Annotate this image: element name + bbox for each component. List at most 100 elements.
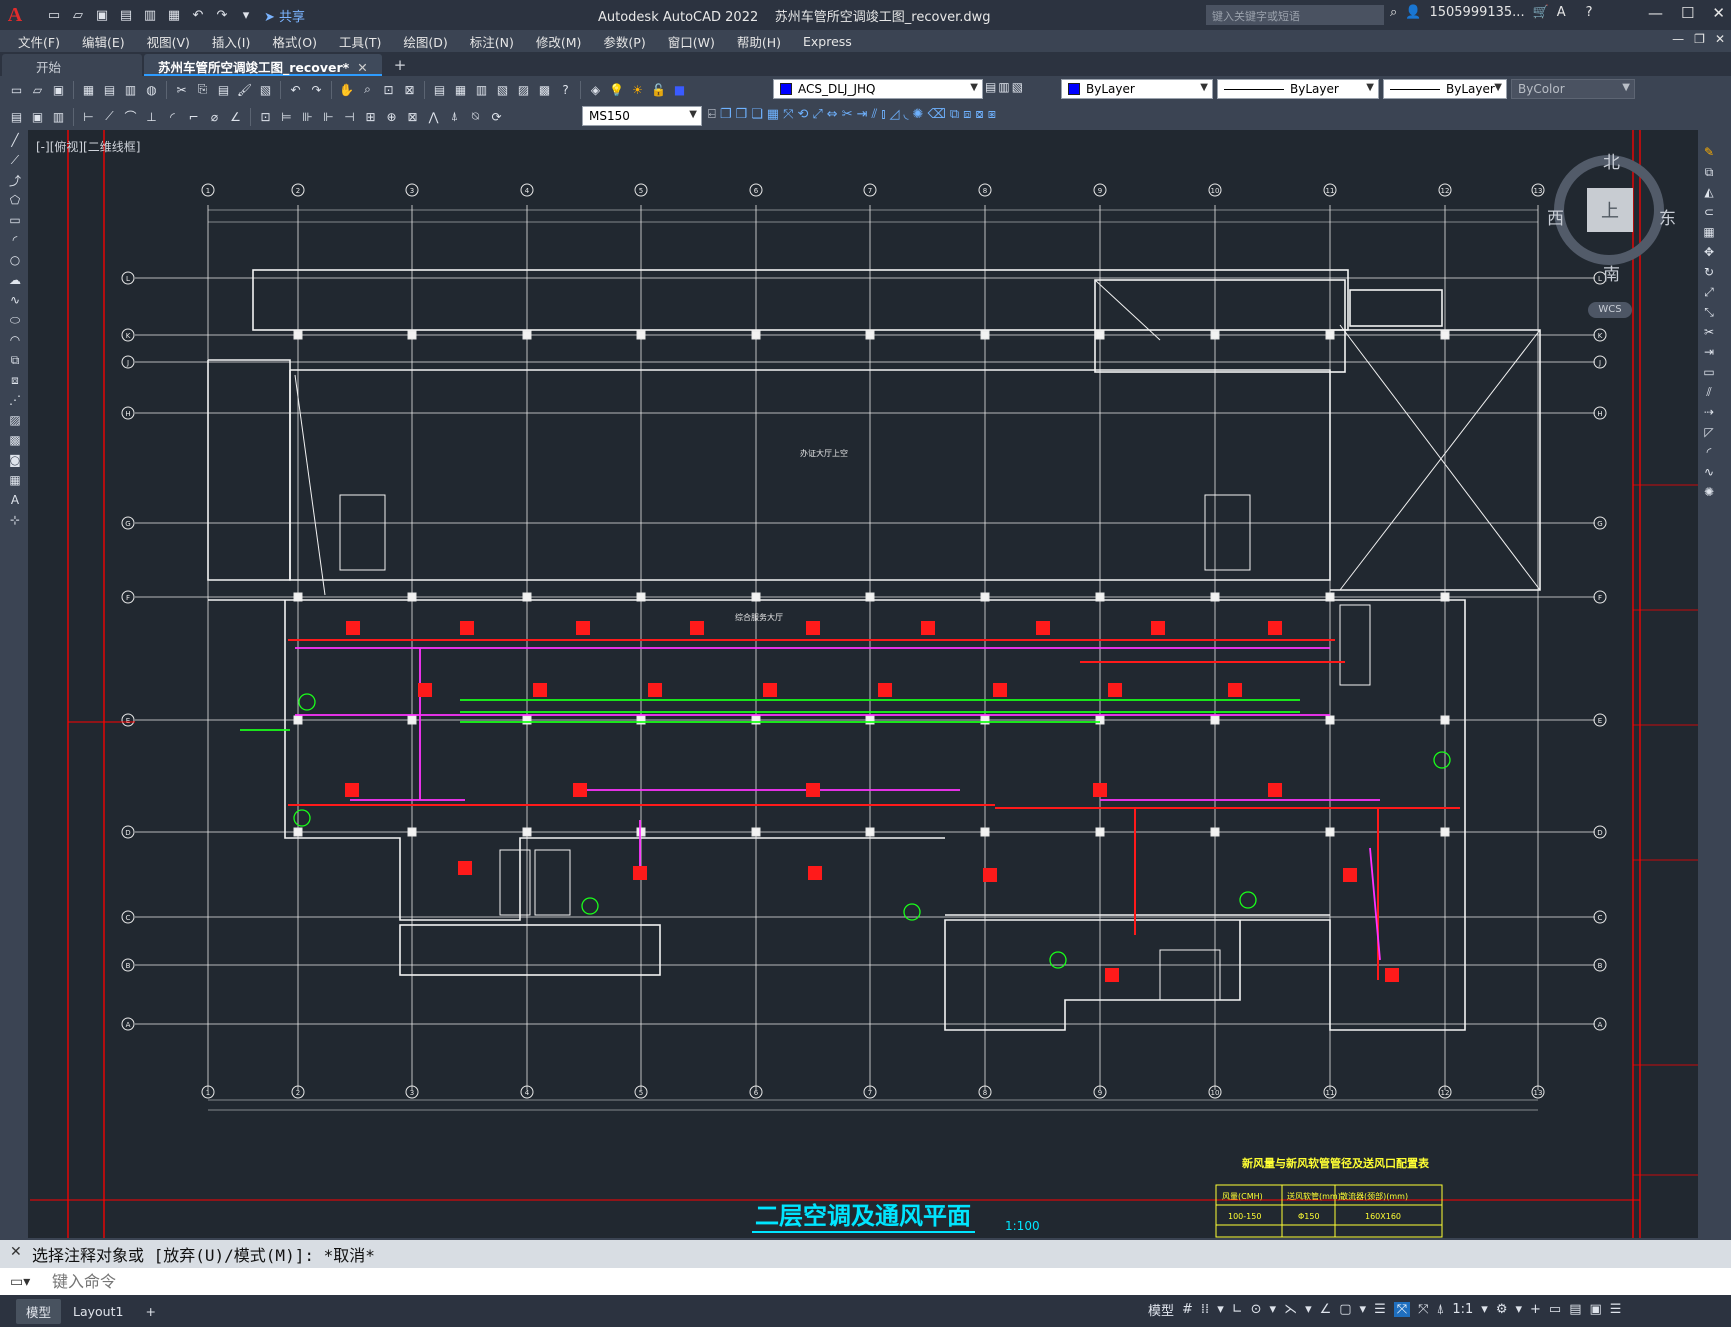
dim-arc-icon[interactable]: ⌒ bbox=[121, 107, 140, 126]
dim-break-icon[interactable]: ⊣ bbox=[340, 107, 359, 126]
open-file-icon[interactable]: ▱ bbox=[68, 5, 88, 25]
linetype-dropdown[interactable]: ByLayer ▼ bbox=[1217, 79, 1379, 99]
new-icon[interactable]: ▭ bbox=[7, 80, 26, 99]
menu-modify[interactable]: 修改(M) bbox=[525, 32, 593, 51]
dim-style-icon[interactable]: ⍇ bbox=[708, 107, 716, 122]
match-properties-icon[interactable]: 🖌 bbox=[235, 80, 254, 99]
grid-icon[interactable]: # bbox=[1182, 1302, 1193, 1317]
search-icon[interactable]: ⌕ bbox=[1390, 5, 1397, 20]
menu-file[interactable]: 文件(F) bbox=[0, 32, 71, 51]
command-input[interactable] bbox=[52, 1272, 1552, 1291]
customize-qat-icon[interactable]: ▾ bbox=[236, 5, 256, 25]
zoom-window-icon[interactable]: ⊡ bbox=[379, 80, 398, 99]
table-draw-icon[interactable]: ▦ bbox=[6, 470, 24, 490]
dim-space-icon[interactable]: ⊩ bbox=[319, 107, 338, 126]
extend-tool-icon[interactable]: ⇥ bbox=[1700, 342, 1718, 362]
design-center-icon[interactable]: ▦ bbox=[451, 80, 470, 99]
drawing-canvas[interactable]: 1 2 3 4 5 6 7 8 9 10 11 12 13 1 2 3 4 5 6 7 8 9 10 11 12 13 LKJH… bbox=[28, 130, 1698, 1238]
cart-icon[interactable]: 🛒 bbox=[1533, 5, 1549, 20]
save-icon[interactable]: ▣ bbox=[92, 5, 112, 25]
lineweight-dropdown[interactable]: ByLayer ▼ bbox=[1383, 79, 1507, 99]
calculator-icon[interactable]: ▩ bbox=[535, 80, 554, 99]
isolate-objects-icon[interactable]: ▣ bbox=[1590, 1302, 1602, 1317]
menu-insert[interactable]: 插入(I) bbox=[201, 32, 261, 51]
polygon-icon[interactable]: ⬠ bbox=[6, 190, 24, 210]
dim-edit-icon[interactable]: ⍋ bbox=[445, 107, 464, 126]
doc-close-icon[interactable]: ✕ bbox=[1715, 32, 1725, 46]
help-icon[interactable]: ? bbox=[1586, 5, 1593, 20]
dim-update-icon[interactable]: ⟳ bbox=[487, 107, 506, 126]
menu-help[interactable]: 帮助(H) bbox=[726, 32, 792, 51]
menu-express[interactable]: Express bbox=[792, 34, 863, 49]
add-layout-icon[interactable]: + bbox=[135, 1301, 165, 1322]
group-icon[interactable]: ⧈ bbox=[963, 107, 971, 122]
region-icon[interactable]: ◙ bbox=[6, 450, 24, 470]
draworder-icon[interactable]: ⧉ bbox=[950, 107, 959, 122]
point-icon[interactable]: ⋰ bbox=[6, 390, 24, 410]
menu-window[interactable]: 窗口(W) bbox=[657, 32, 726, 51]
trim-icon[interactable]: ✂ bbox=[842, 107, 853, 122]
array-icon[interactable]: ▦ bbox=[767, 107, 779, 122]
make-block-icon[interactable]: ⧈ bbox=[6, 370, 24, 390]
tolerance-icon[interactable]: ⊞ bbox=[361, 107, 380, 126]
sheet-set-icon[interactable]: ▧ bbox=[493, 80, 512, 99]
chamfer-icon[interactable]: ◿ bbox=[890, 107, 900, 122]
hatch-icon[interactable]: ▨ bbox=[6, 410, 24, 430]
copy-tool-icon[interactable]: ⧉ bbox=[1700, 162, 1718, 182]
autocad-logo-icon[interactable]: A bbox=[0, 0, 30, 30]
dim-aligned-icon[interactable]: ⟋ bbox=[100, 107, 119, 126]
layer-iso-icon[interactable]: ▧ bbox=[1012, 80, 1023, 94]
undo-icon[interactable]: ↶ bbox=[286, 80, 305, 99]
copy-icon[interactable]: ⎘ bbox=[193, 80, 212, 99]
copy-object-icon[interactable]: ❐ bbox=[720, 107, 732, 122]
auto-scale-icon[interactable]: ⤧ bbox=[1418, 1302, 1428, 1317]
erase-icon[interactable]: ⌫ bbox=[927, 107, 945, 122]
block-editor-icon[interactable]: ▧ bbox=[256, 80, 275, 99]
cut-icon[interactable]: ✂ bbox=[172, 80, 191, 99]
dim-angular-icon[interactable]: ∠ bbox=[226, 107, 245, 126]
help-search-input[interactable]: 键入关键字或短语 bbox=[1206, 5, 1384, 25]
layer-dropdown[interactable]: ACS_DLJ_JHQ ▼ bbox=[773, 79, 983, 99]
mirror-icon[interactable]: ❒ bbox=[735, 107, 747, 122]
layer-previous-icon[interactable]: ▥ bbox=[998, 80, 1009, 94]
layer-freeze-icon[interactable]: ☀ bbox=[628, 80, 647, 99]
user-icon[interactable]: 👤 bbox=[1405, 5, 1421, 20]
dim-baseline-icon[interactable]: ⊨ bbox=[277, 107, 296, 126]
select-icon[interactable]: ⧆ bbox=[988, 107, 996, 122]
plotstyle-dropdown[interactable]: ByColor ▼ bbox=[1511, 79, 1635, 99]
offset-tool-icon[interactable]: ⊂ bbox=[1700, 202, 1718, 222]
autodesk-a360-icon[interactable]: A bbox=[1557, 5, 1566, 20]
annotation-monitor-icon[interactable]: + bbox=[1530, 1302, 1541, 1317]
circle-icon[interactable]: ○ bbox=[6, 250, 24, 270]
layer-lock-icon[interactable]: 🔓 bbox=[649, 80, 668, 99]
maximize-icon[interactable]: ☐ bbox=[1681, 4, 1694, 22]
tab-start[interactable]: 开始 bbox=[2, 54, 142, 76]
rectangle-icon[interactable]: ▭ bbox=[6, 210, 24, 230]
cube-face-top[interactable]: 上 bbox=[1587, 188, 1633, 232]
xline-icon[interactable]: ⟋ bbox=[6, 150, 24, 170]
tab-model[interactable]: 模型 bbox=[16, 1298, 62, 1324]
move-tool-icon[interactable]: ✥ bbox=[1700, 242, 1718, 262]
explode-icon[interactable]: ✺ bbox=[913, 107, 924, 122]
isodraft-icon[interactable]: ⋋ bbox=[1284, 1302, 1297, 1317]
spline-icon[interactable]: ∿ bbox=[6, 290, 24, 310]
dim-ordinate-icon[interactable]: ⊥ bbox=[142, 107, 161, 126]
print-icon[interactable]: ▦ bbox=[79, 80, 98, 99]
new-tab-icon[interactable]: + bbox=[382, 54, 419, 76]
arc-icon[interactable]: ◜ bbox=[6, 230, 24, 250]
compass-west[interactable]: 西 bbox=[1547, 204, 1564, 229]
chevron-down-icon[interactable]: ▾ bbox=[1360, 1302, 1367, 1317]
annotation-visibility-icon[interactable]: ⤧ bbox=[1393, 1302, 1411, 1317]
viewcube[interactable]: 北 南 西 东 上 bbox=[1547, 152, 1676, 285]
fillet-icon[interactable]: ◟ bbox=[904, 107, 909, 122]
new-file-icon[interactable]: ▭ bbox=[44, 5, 64, 25]
model-space-button[interactable]: 模型 bbox=[1148, 1300, 1174, 1319]
doc-minimize-icon[interactable]: — bbox=[1672, 32, 1684, 46]
polar-icon[interactable]: ⊙ bbox=[1251, 1302, 1262, 1317]
blend-tool-icon[interactable]: ∿ bbox=[1700, 462, 1718, 482]
properties-icon[interactable]: ▤ bbox=[430, 80, 449, 99]
preview-icon[interactable]: ▤ bbox=[100, 80, 119, 99]
layer-on-icon[interactable]: 💡 bbox=[607, 80, 626, 99]
ellipse-icon[interactable]: ⬭ bbox=[6, 310, 24, 330]
paste-icon[interactable]: ▤ bbox=[214, 80, 233, 99]
